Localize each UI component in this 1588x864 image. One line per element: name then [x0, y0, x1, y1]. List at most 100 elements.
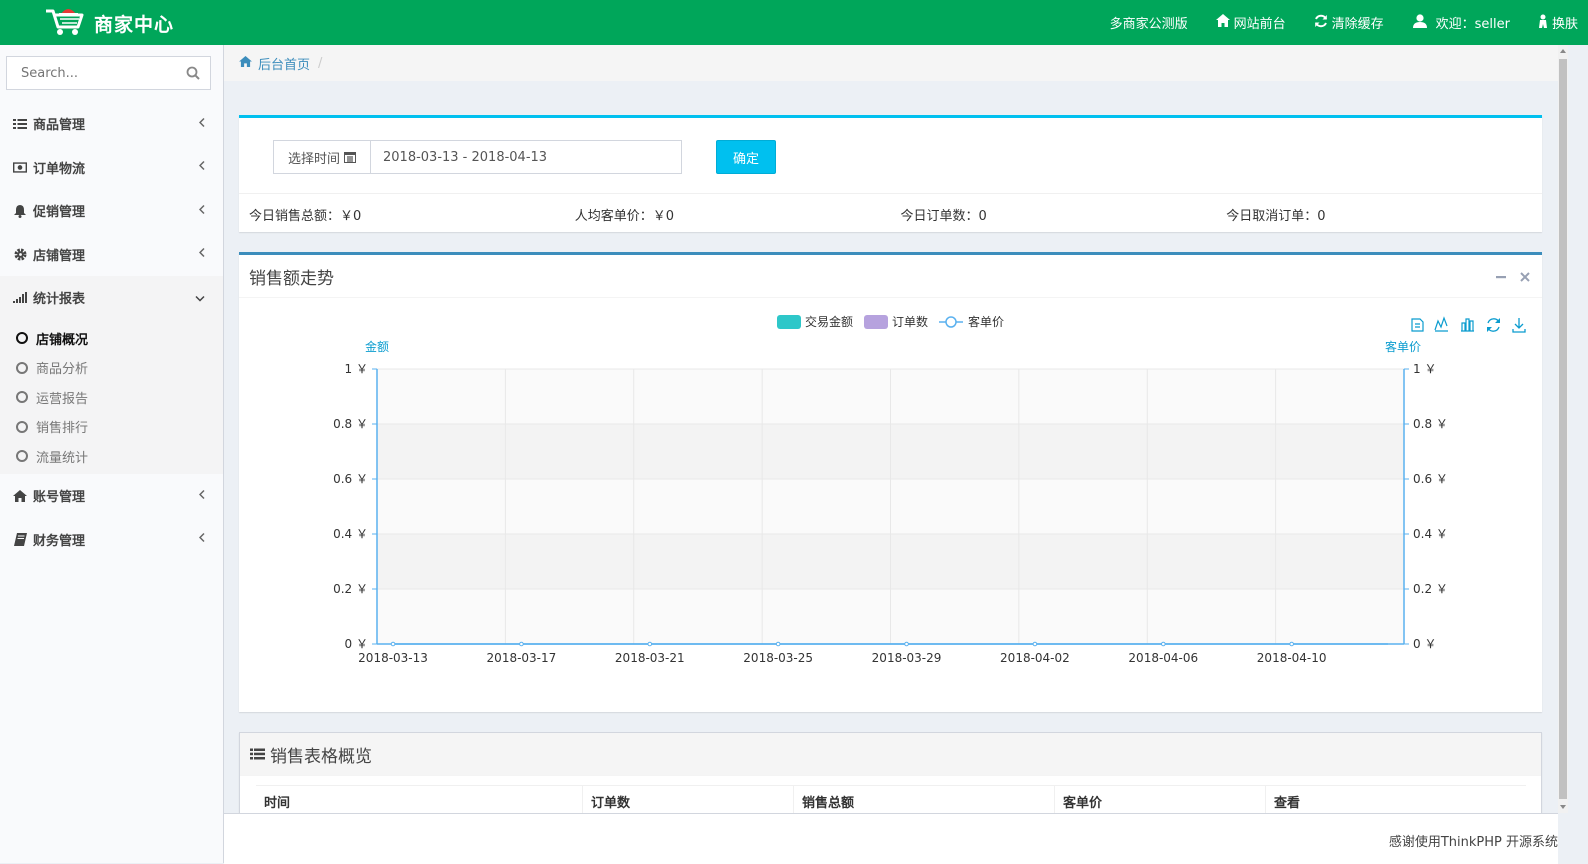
box-header: 销售额走势	[239, 255, 1542, 298]
gear-icon	[13, 247, 27, 261]
page-scrollbar[interactable]	[1558, 45, 1568, 813]
table-header: 时间 订单数 销售总额 客单价 查看	[256, 785, 1526, 816]
sidebar-item-store[interactable]: 店铺管理	[0, 233, 223, 277]
scroll-up-arrow-icon[interactable]	[1558, 45, 1568, 57]
date-range-input[interactable]	[371, 141, 681, 173]
user-icon	[1412, 13, 1432, 32]
sub-item-label: 销售排行	[36, 421, 89, 437]
skin-icon	[1538, 14, 1552, 32]
stat-avg-price: 人均客单价：￥0	[574, 208, 675, 224]
sub-item-store-overview[interactable]: 店铺概况	[0, 324, 223, 354]
nav-user[interactable]: 欢迎：seller	[1412, 13, 1510, 32]
legend-swatch-amount[interactable]	[777, 315, 801, 329]
sidebar-item-account[interactable]: 账号管理	[0, 474, 223, 518]
brand-title: 商家中心	[94, 13, 175, 36]
nav-label: 换肤	[1551, 17, 1578, 32]
legend-swatch-orders[interactable]	[864, 315, 888, 329]
x-tick-label: 2018-03-13	[358, 651, 428, 665]
breadcrumb-separator: /	[318, 55, 323, 71]
sales-trend-box: 销售额走势 交易金额 订单数 客单价 金额 客单价 1 ￥ 0.8 ￥ 0.6 ￥ 0…	[239, 252, 1542, 712]
sub-item-operation-report[interactable]: 运营报告	[0, 383, 223, 413]
sidebar-item-orders[interactable]: 订单物流	[0, 146, 223, 190]
plot-area: 1 ￥ 0.8 ￥ 0.6 ￥ 0.4 ￥ 0.2 ￥ 0 ￥ 1 ￥ 0.8 ￥ 0.6 ￥ 0…	[333, 362, 1448, 665]
footer-text: 感谢使用ThinkPHP 开源系统	[1388, 835, 1558, 850]
sub-item-sales-ranking[interactable]: 销售排行	[0, 412, 223, 442]
confirm-button[interactable]: 确定	[716, 140, 776, 174]
nav-site-front[interactable]: 网站前台	[1215, 13, 1286, 32]
sidebar-item-reports[interactable]: 统计报表	[0, 276, 223, 320]
x-tick-label: 2018-04-10	[1257, 651, 1327, 665]
chevron-left-icon	[198, 532, 205, 547]
chevron-left-icon	[198, 160, 205, 175]
breadcrumb-home-link[interactable]: 后台首页	[258, 54, 310, 73]
nav-change-skin[interactable]: 换肤	[1538, 13, 1578, 32]
legend-label-amount[interactable]: 交易金额	[805, 314, 853, 329]
nav-label: 多商家公测版	[1109, 17, 1188, 32]
top-navbar: 商家中心 多商家公测版 网站前台 清除缓存 欢迎：seller 换肤	[0, 0, 1588, 45]
chevron-left-icon	[198, 116, 205, 131]
sidebar-item-finance[interactable]: 财务管理	[0, 518, 223, 562]
chevron-left-icon	[198, 203, 205, 218]
sidebar-item-label: 商品管理	[33, 118, 86, 134]
data-view-icon[interactable]	[1411, 318, 1424, 332]
box-tools	[1482, 267, 1530, 287]
nav-multi-merchant[interactable]: 多商家公测版	[1110, 13, 1188, 32]
sidebar-item-promotion[interactable]: 促销管理	[0, 189, 223, 233]
sidebar-item-goods[interactable]: 商品管理	[0, 102, 223, 146]
point-avg-price	[390, 641, 396, 647]
legend-marker-avg[interactable]	[945, 316, 957, 328]
sidebar-item-label: 账号管理	[33, 490, 86, 506]
column-header-view[interactable]: 查看	[1265, 786, 1526, 816]
save-image-icon[interactable]	[1512, 318, 1526, 333]
box-title: 销售表格概览	[270, 746, 372, 767]
sidebar-item-label: 财务管理	[33, 533, 86, 549]
nav-clear-cache[interactable]: 清除缓存	[1314, 13, 1384, 32]
point-avg-price	[647, 641, 653, 647]
minimize-icon[interactable]	[1496, 267, 1506, 287]
column-header-avg-price[interactable]: 客单价	[1054, 786, 1265, 816]
sub-item-label: 流量统计	[36, 450, 89, 466]
line-chart-icon[interactable]	[1434, 316, 1448, 332]
stat-today-cancelled: 今日取消订单：0	[1226, 208, 1326, 224]
legend-label-avg[interactable]: 客单价	[968, 314, 1004, 329]
date-addon-label: 选择时间	[287, 151, 340, 167]
x-tick-label: 2018-03-25	[743, 651, 813, 665]
y-tick-label-left: 1 ￥	[345, 362, 368, 376]
home-icon	[239, 55, 252, 71]
sidebar-item-label: 促销管理	[33, 205, 86, 221]
sub-item-goods-analysis[interactable]: 商品分析	[0, 353, 223, 383]
search-input[interactable]	[19, 57, 183, 89]
scrollbar-thumb[interactable]	[1559, 59, 1567, 799]
point-avg-price	[1032, 641, 1038, 647]
scroll-down-arrow-icon[interactable]	[1558, 801, 1568, 813]
bar-chart-icon[interactable]	[1461, 318, 1474, 332]
box-title: 销售额走势	[249, 268, 334, 289]
y-axis-right-label: 客单价	[1385, 339, 1421, 354]
y-tick-label-left: 0.4 ￥	[333, 527, 368, 541]
column-header-sales-total[interactable]: 销售总额	[793, 786, 1054, 816]
point-avg-price	[1289, 641, 1294, 647]
search-icon[interactable]	[186, 66, 200, 84]
list-icon	[250, 748, 265, 760]
y-axis-left-label: 金额	[365, 339, 389, 354]
legend-label-orders[interactable]: 订单数	[892, 314, 928, 329]
close-icon[interactable]	[1520, 267, 1530, 287]
circle-icon	[16, 332, 28, 345]
brand-logo[interactable]: 商家中心	[44, 6, 174, 40]
restore-icon[interactable]	[1487, 318, 1500, 332]
sidebar-submenu-reports: 店铺概况 商品分析 运营报告 销售排行 流量统计	[0, 319, 223, 474]
sub-item-traffic-stats[interactable]: 流量统计	[0, 442, 223, 472]
circle-icon	[16, 391, 28, 404]
column-header-time[interactable]: 时间	[256, 786, 582, 816]
circle-icon	[16, 420, 28, 433]
column-header-orders[interactable]: 订单数	[582, 786, 793, 816]
box-header: 销售表格概览	[240, 733, 1541, 776]
stat-today-sales: 今日销售总额：￥0	[249, 208, 362, 224]
cart-icon	[44, 5, 86, 41]
sidebar-item-label: 订单物流	[33, 161, 86, 177]
chart-toolbox	[1411, 316, 1526, 333]
point-avg-price	[775, 641, 781, 647]
x-tick-label: 2018-03-21	[615, 651, 685, 665]
nav-label: 欢迎：seller	[1435, 17, 1510, 32]
sidebar-item-label: 统计报表	[33, 292, 86, 308]
